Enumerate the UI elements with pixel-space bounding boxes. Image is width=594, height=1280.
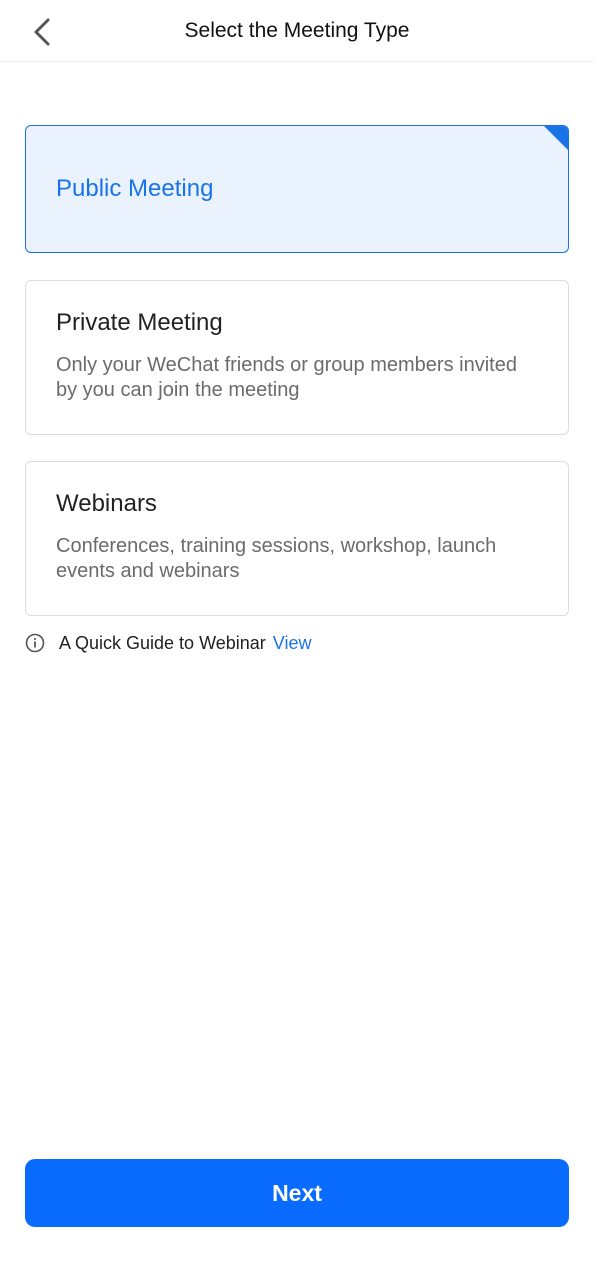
guide-text: A Quick Guide to Webinar	[59, 632, 266, 653]
top-bar: Select the Meeting Type	[0, 0, 594, 62]
page-title: Select the Meeting Type	[184, 18, 410, 42]
option-title: Public Meeting	[56, 175, 214, 202]
selected-corner-indicator	[544, 126, 568, 150]
option-public-meeting[interactable]: Public Meeting	[25, 125, 569, 253]
view-guide-link[interactable]: View	[273, 633, 312, 654]
option-description: Only your WeChat friends or group member…	[56, 354, 517, 401]
back-button[interactable]	[22, 12, 62, 52]
option-private-meeting[interactable]: Private Meeting Only your WeChat friends…	[25, 280, 569, 435]
webinar-guide: A Quick Guide to Webinar View	[25, 630, 311, 656]
info-icon	[25, 633, 45, 653]
chevron-left-icon	[34, 18, 50, 46]
next-button[interactable]: Next	[25, 1159, 569, 1227]
option-title: Webinars	[56, 490, 157, 517]
option-description: Conferences, training sessions, workshop…	[56, 535, 497, 582]
option-title: Private Meeting	[56, 309, 223, 336]
option-webinars[interactable]: Webinars Conferences, training sessions,…	[25, 461, 569, 616]
